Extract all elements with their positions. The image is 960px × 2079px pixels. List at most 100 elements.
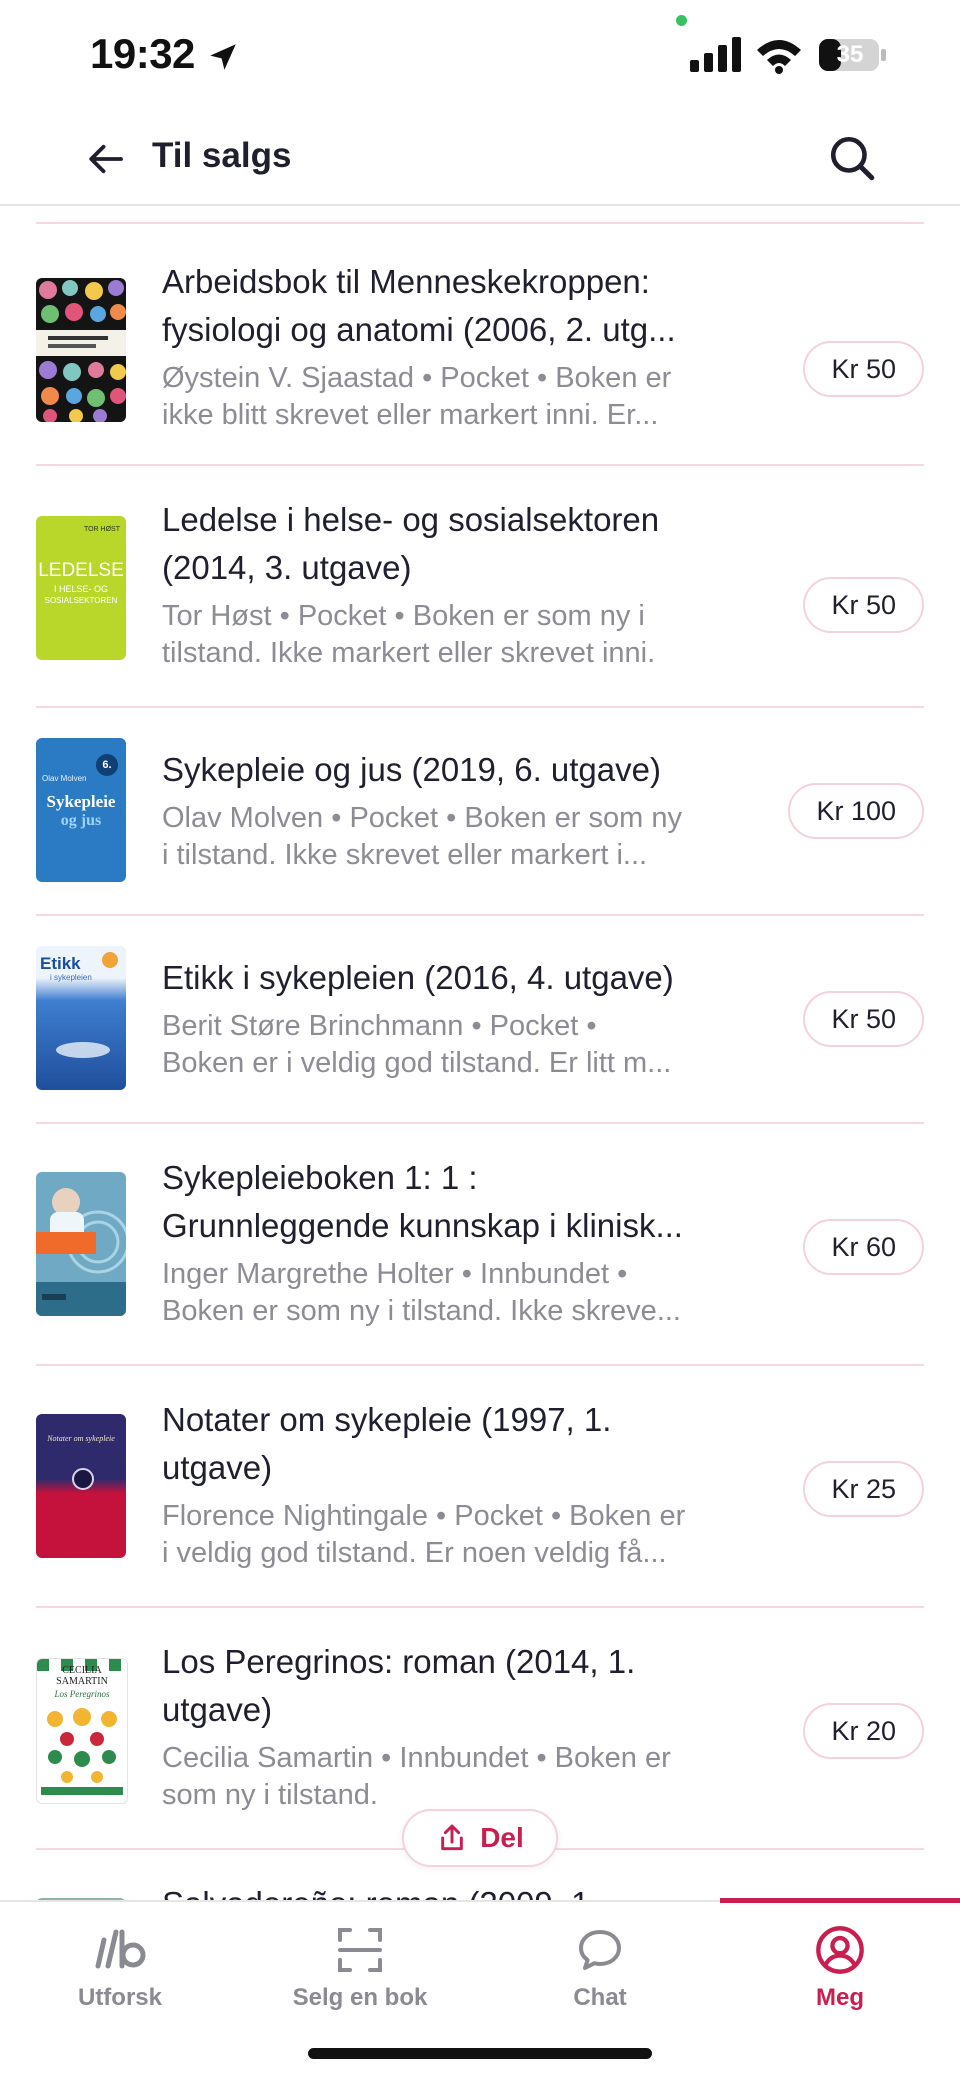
cover-subtitle-2: SOSIALSEKTOREN [44, 596, 118, 605]
cover-badge [102, 952, 118, 968]
listing-meta-line2: i tilstand. Ikke skrevet eller markert i… [162, 839, 648, 871]
battery-icon: 35 [818, 38, 888, 72]
price-tag[interactable]: Kr 50 [803, 577, 924, 633]
list-item[interactable]: Olav Molven 6. Sykepleie og jus Sykeplei… [36, 706, 924, 914]
listing-text: Sykepleie og jus (2019, 6. utgave) Olav … [162, 746, 762, 874]
cover-edition-badge: 6. [96, 754, 118, 776]
app-header: Til salgs [0, 110, 960, 206]
listing-meta: Cecilia Samartin • Innbundet • Boken er [162, 1742, 671, 1774]
listing-meta-line2: ikke blitt skrevet eller markert inni. E… [162, 399, 659, 431]
listing-title: Sykepleie og jus (2019, 6. utgave) [162, 751, 661, 788]
page-title: Til salgs [152, 136, 292, 175]
tab-chat[interactable]: Chat [480, 1902, 720, 2022]
book-cover [36, 278, 126, 422]
listing-meta-line2: tilstand. Ikke markert eller skrevet inn… [162, 637, 656, 669]
list-item[interactable]: Sykepleieboken 1: 1 : Grunnleggende kunn… [36, 1122, 924, 1364]
search-button[interactable] [824, 130, 880, 186]
listing-title: Sykepleieboken 1: 1 : [162, 1159, 478, 1196]
price-tag[interactable]: Kr 20 [803, 1703, 924, 1759]
book-cover: Etikk i sykepleien [36, 946, 126, 1090]
back-button[interactable] [82, 134, 132, 184]
book-cover: Notater om sykepleie [36, 1414, 126, 1558]
tab-utforsk[interactable]: Utforsk [0, 1902, 240, 2022]
listing-meta-line2: Boken er som ny i tilstand. Ikke skreve.… [162, 1295, 681, 1327]
listing-title: Salvadoreño: roman (2009, 1. [162, 1880, 762, 1900]
listing-text: Notater om sykepleie (1997, 1. utgave) F… [162, 1396, 762, 1572]
list-divider [36, 222, 924, 224]
list-item[interactable]: Notater om sykepleie Notater om sykeplei… [36, 1364, 924, 1606]
location-arrow-icon [210, 44, 236, 70]
cover-title: LEDELSE [38, 560, 124, 581]
listing-title: Notater om sykepleie (1997, 1. [162, 1401, 612, 1438]
share-button[interactable]: Del [402, 1809, 558, 1867]
listing-text: Etikk i sykepleien (2016, 4. utgave) Ber… [162, 954, 762, 1082]
listing-meta: Olav Molven • Pocket • Boken er som ny [162, 802, 682, 834]
tab-meg[interactable]: Meg [720, 1902, 960, 2022]
listing-meta: Florence Nightingale • Pocket • Boken er [162, 1500, 686, 1532]
listing-meta-line2: Boken er i veldig god tilstand. Er litt … [162, 1047, 672, 1079]
cover-title: Notater om sykepleie [47, 1434, 115, 1443]
wifi-icon [757, 40, 801, 74]
listing-title-line2: fysiologi og anatomi (2006, 2. utg... [162, 311, 676, 348]
price-tag[interactable]: Kr 100 [788, 783, 924, 839]
cover-subtitle: i sykepleien [50, 973, 92, 982]
tab-label: Utforsk [77, 1984, 162, 2011]
book-cover: TOR HØST LEDELSE I HELSE- OG SOSIALSEKTO… [36, 516, 126, 660]
battery-level: 35 [836, 41, 864, 68]
book-cover: CECILIA SAMARTIN Los Peregrinos [36, 1658, 128, 1804]
listing-text: Sykepleieboken 1: 1 : Grunnleggende kunn… [162, 1154, 762, 1330]
privacy-indicator [676, 15, 687, 26]
price-tag[interactable]: Kr 60 [803, 1219, 924, 1275]
list-item[interactable]: Etikk i sykepleien Etikk i sykepleien (2… [36, 914, 924, 1122]
price-tag[interactable]: Kr 25 [803, 1461, 924, 1517]
listing-text: Salvadoreño: roman (2009, 1. [162, 1880, 762, 1900]
search-icon [830, 136, 875, 181]
listing-title: Etikk i sykepleien (2016, 4. utgave) [162, 959, 674, 996]
share-label: Del [480, 1822, 524, 1853]
listing-title-line2: (2014, 3. utgave) [162, 549, 412, 586]
lb-logo-icon [90, 1920, 150, 1980]
listing-meta: Inger Margrethe Holter • Innbundet • [162, 1258, 628, 1290]
chat-bubble-icon [570, 1920, 630, 1980]
tab-label: Meg [816, 1984, 864, 2011]
listing-title: Los Peregrinos: roman (2014, 1. [162, 1643, 636, 1680]
cover-title: Los Peregrinos [54, 1689, 110, 1699]
listing-text: Los Peregrinos: roman (2014, 1. utgave) … [162, 1638, 762, 1814]
home-indicator[interactable] [308, 2048, 652, 2059]
listing-title: Ledelse i helse- og sosialsektoren [162, 501, 660, 538]
listing-list[interactable]: Arbeidsbok til Menneskekroppen: fysiolog… [0, 204, 960, 1900]
cover-author: TOR HØST [83, 526, 120, 533]
cover-subtitle: og jus [60, 812, 102, 829]
status-time: 19:32 [90, 30, 195, 77]
listing-title-line2: Grunnleggende kunnskap i klinisk... [162, 1207, 683, 1244]
tab-selg-en-bok[interactable]: Selg en bok [240, 1902, 480, 2022]
price-tag[interactable]: Kr 50 [803, 341, 924, 397]
cover-emblem [72, 1468, 94, 1490]
listing-meta: Tor Høst • Pocket • Boken er som ny i [162, 600, 645, 632]
listing-text: Ledelse i helse- og sosialsektoren (2014… [162, 496, 762, 672]
listing-title-line2: utgave) [162, 1691, 273, 1728]
listing-meta: Berit Støre Brinchmann • Pocket • [162, 1010, 597, 1042]
cover-author: Olav Molven [42, 774, 87, 783]
list-item[interactable]: TOR HØST LEDELSE I HELSE- OG SOSIALSEKTO… [36, 464, 924, 706]
status-bar: 19:32 35 [0, 0, 960, 110]
listing-text: Arbeidsbok til Menneskekroppen: fysiolog… [162, 258, 762, 434]
tab-label: Selg en bok [292, 1984, 428, 2011]
cover-author-2: SAMARTIN [56, 1676, 108, 1687]
profile-icon [810, 1920, 870, 1980]
listing-title: Arbeidsbok til Menneskekroppen: [162, 263, 650, 300]
price-tag[interactable]: Kr 50 [803, 991, 924, 1047]
cover-cloud [56, 1042, 110, 1058]
share-icon [441, 1824, 464, 1851]
cover-subtitle: I HELSE- OG [53, 584, 108, 594]
cellular-signal-icon [690, 37, 741, 72]
book-cover: Olav Molven 6. Sykepleie og jus [36, 738, 126, 882]
listing-meta-line2: i veldig god tilstand. Er noen veldig få… [162, 1537, 667, 1569]
listing-title-line2: utgave) [162, 1449, 273, 1486]
cover-title: Etikk [40, 954, 81, 973]
tab-label: Chat [573, 1984, 627, 2011]
listing-meta: Øystein V. Sjaastad • Pocket • Boken er [162, 362, 672, 394]
scan-icon [330, 1920, 390, 1980]
arrow-left-icon [89, 144, 123, 174]
cover-title: Sykepleie [46, 792, 116, 811]
